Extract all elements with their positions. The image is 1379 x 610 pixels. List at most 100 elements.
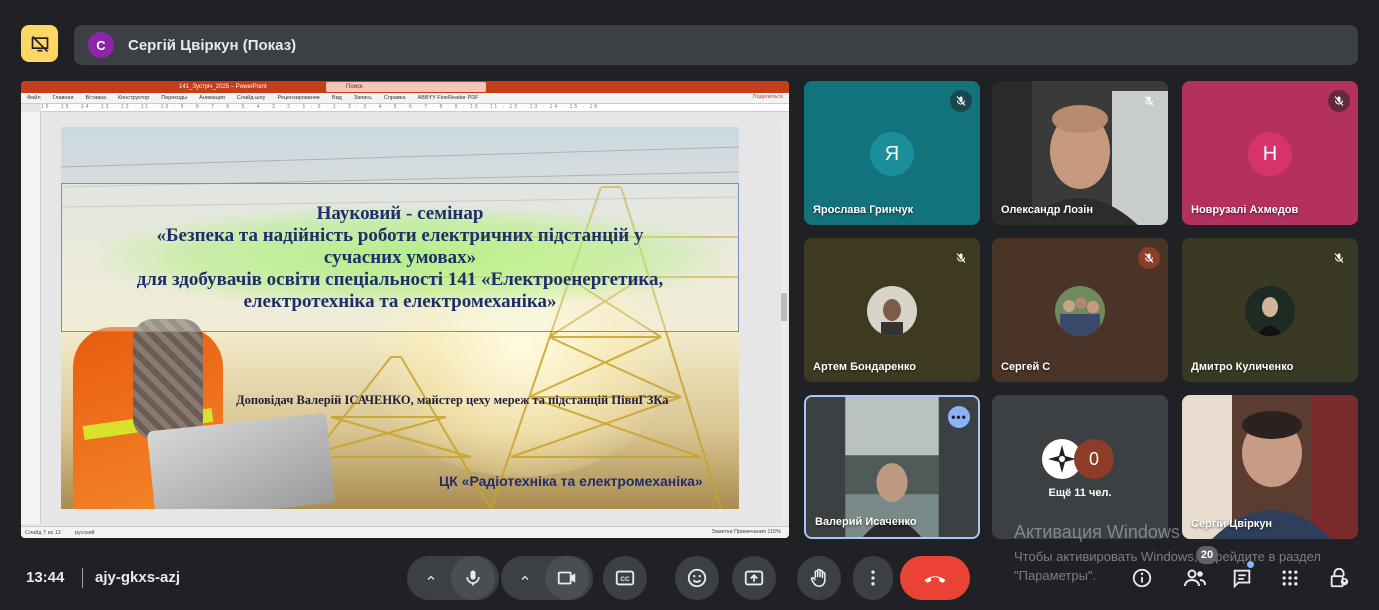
ppt-menu-item[interactable]: Переходы xyxy=(161,95,187,101)
activities-button[interactable] xyxy=(1276,564,1304,592)
others-tile[interactable]: 0 Ещё 11 чел. xyxy=(992,395,1168,539)
chat-button[interactable] xyxy=(1228,564,1256,592)
ppt-menu-item[interactable]: Вставка xyxy=(85,95,105,101)
ppt-status-slide: Слайд 7 из 12 xyxy=(25,529,61,536)
camera-button[interactable] xyxy=(545,556,589,600)
participant-tile-speaking[interactable]: ••• Валерий Исаченко xyxy=(804,395,980,539)
captions-button[interactable]: CC xyxy=(603,556,647,600)
raise-hand-icon xyxy=(810,568,826,588)
camera-options-button[interactable] xyxy=(505,572,545,584)
present-off-icon xyxy=(31,35,48,52)
avatar: Н xyxy=(1248,132,1292,176)
ppt-menu-item[interactable]: ABBYY FineReader PDF xyxy=(418,95,479,101)
presenter-avatar: С xyxy=(88,32,114,58)
more-vert-icon xyxy=(871,570,875,586)
presenter-name: Сергій Цвіркун (Показ) xyxy=(128,36,297,54)
participant-tile[interactable]: Олександр Лозін xyxy=(992,81,1168,225)
divider xyxy=(82,568,83,588)
ppt-ruler: 16 · 15 · 14 · 13 · 12 · 11 · 10 · 9 · 8… xyxy=(41,104,789,112)
participant-tile[interactable]: Н Новрузалі Ахмедов xyxy=(1182,81,1358,225)
participant-tile[interactable]: Сергей С xyxy=(992,238,1168,382)
meet-window: С Сергій Цвіркун (Показ) 141_Зустріч_202… xyxy=(0,0,1379,610)
ppt-search-box[interactable]: Поиск xyxy=(326,82,486,92)
reactions-button[interactable] xyxy=(675,556,719,600)
emoji-icon xyxy=(687,568,707,588)
participant-tile[interactable]: Я Ярослава Гринчук xyxy=(804,81,980,225)
chat-icon xyxy=(1233,569,1251,589)
participant-name: Ярослава Гринчук xyxy=(813,204,914,216)
people-button[interactable] xyxy=(1181,564,1209,592)
slide-title-line: електротехніка та електромеханіка» xyxy=(243,291,557,312)
mic-control xyxy=(407,556,499,600)
raise-hand-button[interactable] xyxy=(797,556,841,600)
ppt-scrollbar[interactable] xyxy=(781,121,787,521)
participant-count-badge: 20 xyxy=(1196,546,1218,564)
participant-tile[interactable]: Артем Бондаренко xyxy=(804,238,980,382)
participant-name: Сергій Цвіркун xyxy=(1191,518,1273,530)
mic-button[interactable] xyxy=(451,556,495,600)
ppt-menu-item[interactable]: Вид xyxy=(332,95,342,101)
presenter-bar: С Сергій Цвіркун (Показ) xyxy=(74,25,1358,65)
participant-tile[interactable]: Сергій Цвіркун xyxy=(1182,395,1358,539)
mic-options-button[interactable] xyxy=(411,572,451,584)
apps-grid-icon xyxy=(1282,570,1298,586)
present-to-all-icon xyxy=(744,570,764,586)
chevron-up-icon xyxy=(521,575,529,580)
worker-shirt xyxy=(133,319,203,439)
lock-person-icon xyxy=(1330,567,1349,588)
ppt-title-text: 141_Зустріч_2025 – PowerPoint xyxy=(179,84,267,90)
others-avatar: 0 xyxy=(1074,439,1114,479)
clock: 13:44 xyxy=(26,569,65,586)
shared-screen[interactable]: 141_Зустріч_2025 – PowerPoint Поиск Файл… xyxy=(21,81,789,538)
ppt-menu-item[interactable]: Анимация xyxy=(199,95,225,101)
participant-name: Новрузалі Ахмедов xyxy=(1191,204,1299,216)
mic-off-icon xyxy=(1138,90,1160,112)
closed-captions-icon: CC xyxy=(615,570,635,586)
meeting-code[interactable]: ajy-gkxs-azj xyxy=(95,569,180,586)
host-controls-button[interactable] xyxy=(1325,564,1353,592)
ppt-menu-item[interactable]: Конструктор xyxy=(118,95,149,101)
slide-title: Науковий - семінар «Безпека та надійніст… xyxy=(61,203,739,313)
presentation-toggle-button[interactable] xyxy=(21,25,58,62)
mic-off-icon xyxy=(1138,247,1160,269)
participant-name: Валерий Исаченко xyxy=(815,516,917,528)
mic-off-icon xyxy=(950,247,972,269)
ppt-menu-item[interactable]: Рецензирование xyxy=(277,95,319,101)
mic-off-icon xyxy=(950,90,972,112)
meeting-details-button[interactable] xyxy=(1128,564,1156,592)
leave-call-button[interactable] xyxy=(900,556,970,600)
ppt-slide-pane xyxy=(21,112,41,524)
ppt-titlebar: 141_Зустріч_2025 – PowerPoint Поиск xyxy=(21,81,789,93)
participant-name: Дмитро Куличенко xyxy=(1191,361,1294,373)
others-label: Ещё 11 чел. xyxy=(1048,487,1112,499)
avatar: Я xyxy=(870,132,914,176)
participant-tile[interactable]: Дмитро Куличенко xyxy=(1182,238,1358,382)
ppt-ribbon-menu: Файл Главная Вставка Конструктор Переход… xyxy=(21,93,789,104)
ppt-menu-item[interactable]: Слайд-шоу xyxy=(237,95,266,101)
slide-title-line: для здобувачів освіти спеціальності 141 … xyxy=(136,269,664,290)
ppt-scroll-thumb[interactable] xyxy=(781,293,787,321)
participant-name: Олександр Лозін xyxy=(1001,204,1093,216)
ppt-menu-item[interactable]: Справка xyxy=(384,95,406,101)
chat-unread-dot xyxy=(1247,561,1254,568)
more-options-button[interactable] xyxy=(853,556,893,600)
others-avatars: 0 xyxy=(1042,439,1114,479)
slide-title-line: сучасних умовах» xyxy=(323,247,477,268)
video-camera-icon xyxy=(557,571,576,585)
call-end-icon xyxy=(924,576,946,583)
ppt-menu-item[interactable]: Запись xyxy=(354,95,372,101)
participant-name: Артем Бондаренко xyxy=(813,361,917,373)
ppt-share-button[interactable]: Поделиться xyxy=(753,94,783,100)
mic-off-icon xyxy=(1328,90,1350,112)
ppt-menu-item[interactable]: Главная xyxy=(53,95,74,101)
slide-speaker: Доповідач Валерій ІСАЧЕНКО, майстер цеху… xyxy=(236,393,669,407)
avatar xyxy=(1055,286,1105,336)
slide-canvas: Науковий - семінар «Безпека та надійніст… xyxy=(61,127,739,509)
avatar xyxy=(867,286,917,336)
ppt-menu-item[interactable]: Файл xyxy=(27,95,41,101)
slide-title-line: Науковий - семінар xyxy=(316,203,484,224)
more-options-button[interactable]: ••• xyxy=(948,406,970,428)
info-icon xyxy=(1132,568,1152,588)
svg-text:CC: CC xyxy=(620,576,630,583)
present-screen-button[interactable] xyxy=(732,556,776,600)
